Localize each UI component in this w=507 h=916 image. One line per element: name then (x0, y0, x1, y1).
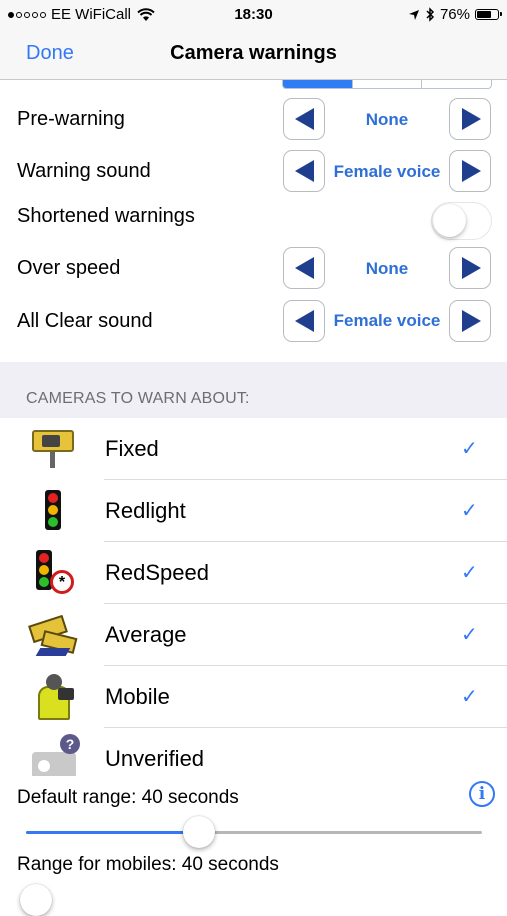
segment-1[interactable] (283, 80, 352, 88)
location-arrow-icon (408, 9, 419, 20)
all-clear-sound-next-button[interactable] (449, 300, 491, 342)
segment-3[interactable] (421, 80, 491, 88)
page-title: Camera warnings (170, 42, 337, 64)
average-speed-camera-icon (28, 610, 80, 660)
battery-percentage: 76% (439, 6, 470, 23)
mobile-range-label: Range for mobiles: 40 seconds (17, 854, 279, 875)
warning-sound-label: Warning sound (17, 160, 151, 182)
camera-label: Unverified (105, 746, 205, 771)
segment-2[interactable] (351, 80, 422, 88)
battery-icon (475, 9, 502, 20)
status-right: 76% (408, 6, 502, 23)
default-range-slider-thumb[interactable] (183, 816, 215, 848)
over-speed-label: Over speed (17, 257, 121, 279)
segmented-control[interactable] (282, 80, 492, 89)
warning-sound-previous-button[interactable] (283, 150, 325, 192)
warning-sound-value: Female voice (333, 162, 441, 181)
pre-warning-value: None (365, 110, 409, 129)
camera-row-fixed[interactable]: Fixed ✓ (0, 418, 507, 480)
unverified-camera-icon: ? (30, 734, 80, 776)
default-range-slider-fill (26, 831, 199, 834)
info-icon[interactable]: i (469, 781, 495, 807)
cameras-section-header: CAMERAS TO WARN ABOUT: (26, 390, 250, 407)
all-clear-sound-label: All Clear sound (17, 310, 153, 332)
all-clear-sound-previous-button[interactable] (283, 300, 325, 342)
camera-label: Fixed (105, 436, 159, 461)
toggle-knob (433, 204, 466, 237)
pre-warning-next-button[interactable] (449, 98, 491, 140)
default-range-slider-track[interactable] (26, 831, 482, 834)
default-range-label: Default range: 40 seconds (17, 787, 239, 808)
redspeed-camera-icon: * (30, 548, 80, 598)
over-speed-previous-button[interactable] (283, 247, 325, 289)
checkmark-icon: ✓ (461, 562, 478, 584)
camera-row-mobile[interactable]: Mobile ✓ (0, 666, 507, 728)
all-clear-sound-value: Female voice (333, 311, 441, 330)
checkmark-icon: ✓ (461, 624, 478, 646)
checkmark-icon: ✓ (461, 686, 478, 708)
camera-row-unverified[interactable]: ? Unverified (0, 728, 507, 776)
camera-label: RedSpeed (105, 560, 209, 585)
shortened-warnings-toggle[interactable] (431, 202, 492, 240)
checkmark-icon: ✓ (461, 500, 478, 522)
mobile-range-slider-thumb[interactable] (20, 884, 52, 916)
over-speed-value: None (365, 259, 409, 278)
bluetooth-icon (426, 7, 435, 22)
mobile-camera-icon (30, 672, 80, 722)
pre-warning-label: Pre-warning (17, 108, 125, 130)
checkmark-icon: ✓ (461, 438, 478, 460)
camera-label: Mobile (105, 684, 170, 709)
camera-row-redlight[interactable]: Redlight ✓ (0, 480, 507, 542)
camera-label: Average (105, 622, 187, 647)
camera-row-redspeed[interactable]: * RedSpeed ✓ (0, 542, 507, 604)
navigation-bar: Done Camera warnings (0, 30, 507, 80)
warning-sound-next-button[interactable] (449, 150, 491, 192)
status-bar: EE WiFiCall 18:30 76% (0, 0, 507, 30)
over-speed-next-button[interactable] (449, 247, 491, 289)
traffic-light-icon (30, 486, 80, 536)
pre-warning-previous-button[interactable] (283, 98, 325, 140)
camera-row-average[interactable]: Average ✓ (0, 604, 507, 666)
fixed-camera-icon (30, 424, 80, 474)
shortened-warnings-label: Shortened warnings (17, 205, 195, 227)
camera-label: Redlight (105, 498, 186, 523)
